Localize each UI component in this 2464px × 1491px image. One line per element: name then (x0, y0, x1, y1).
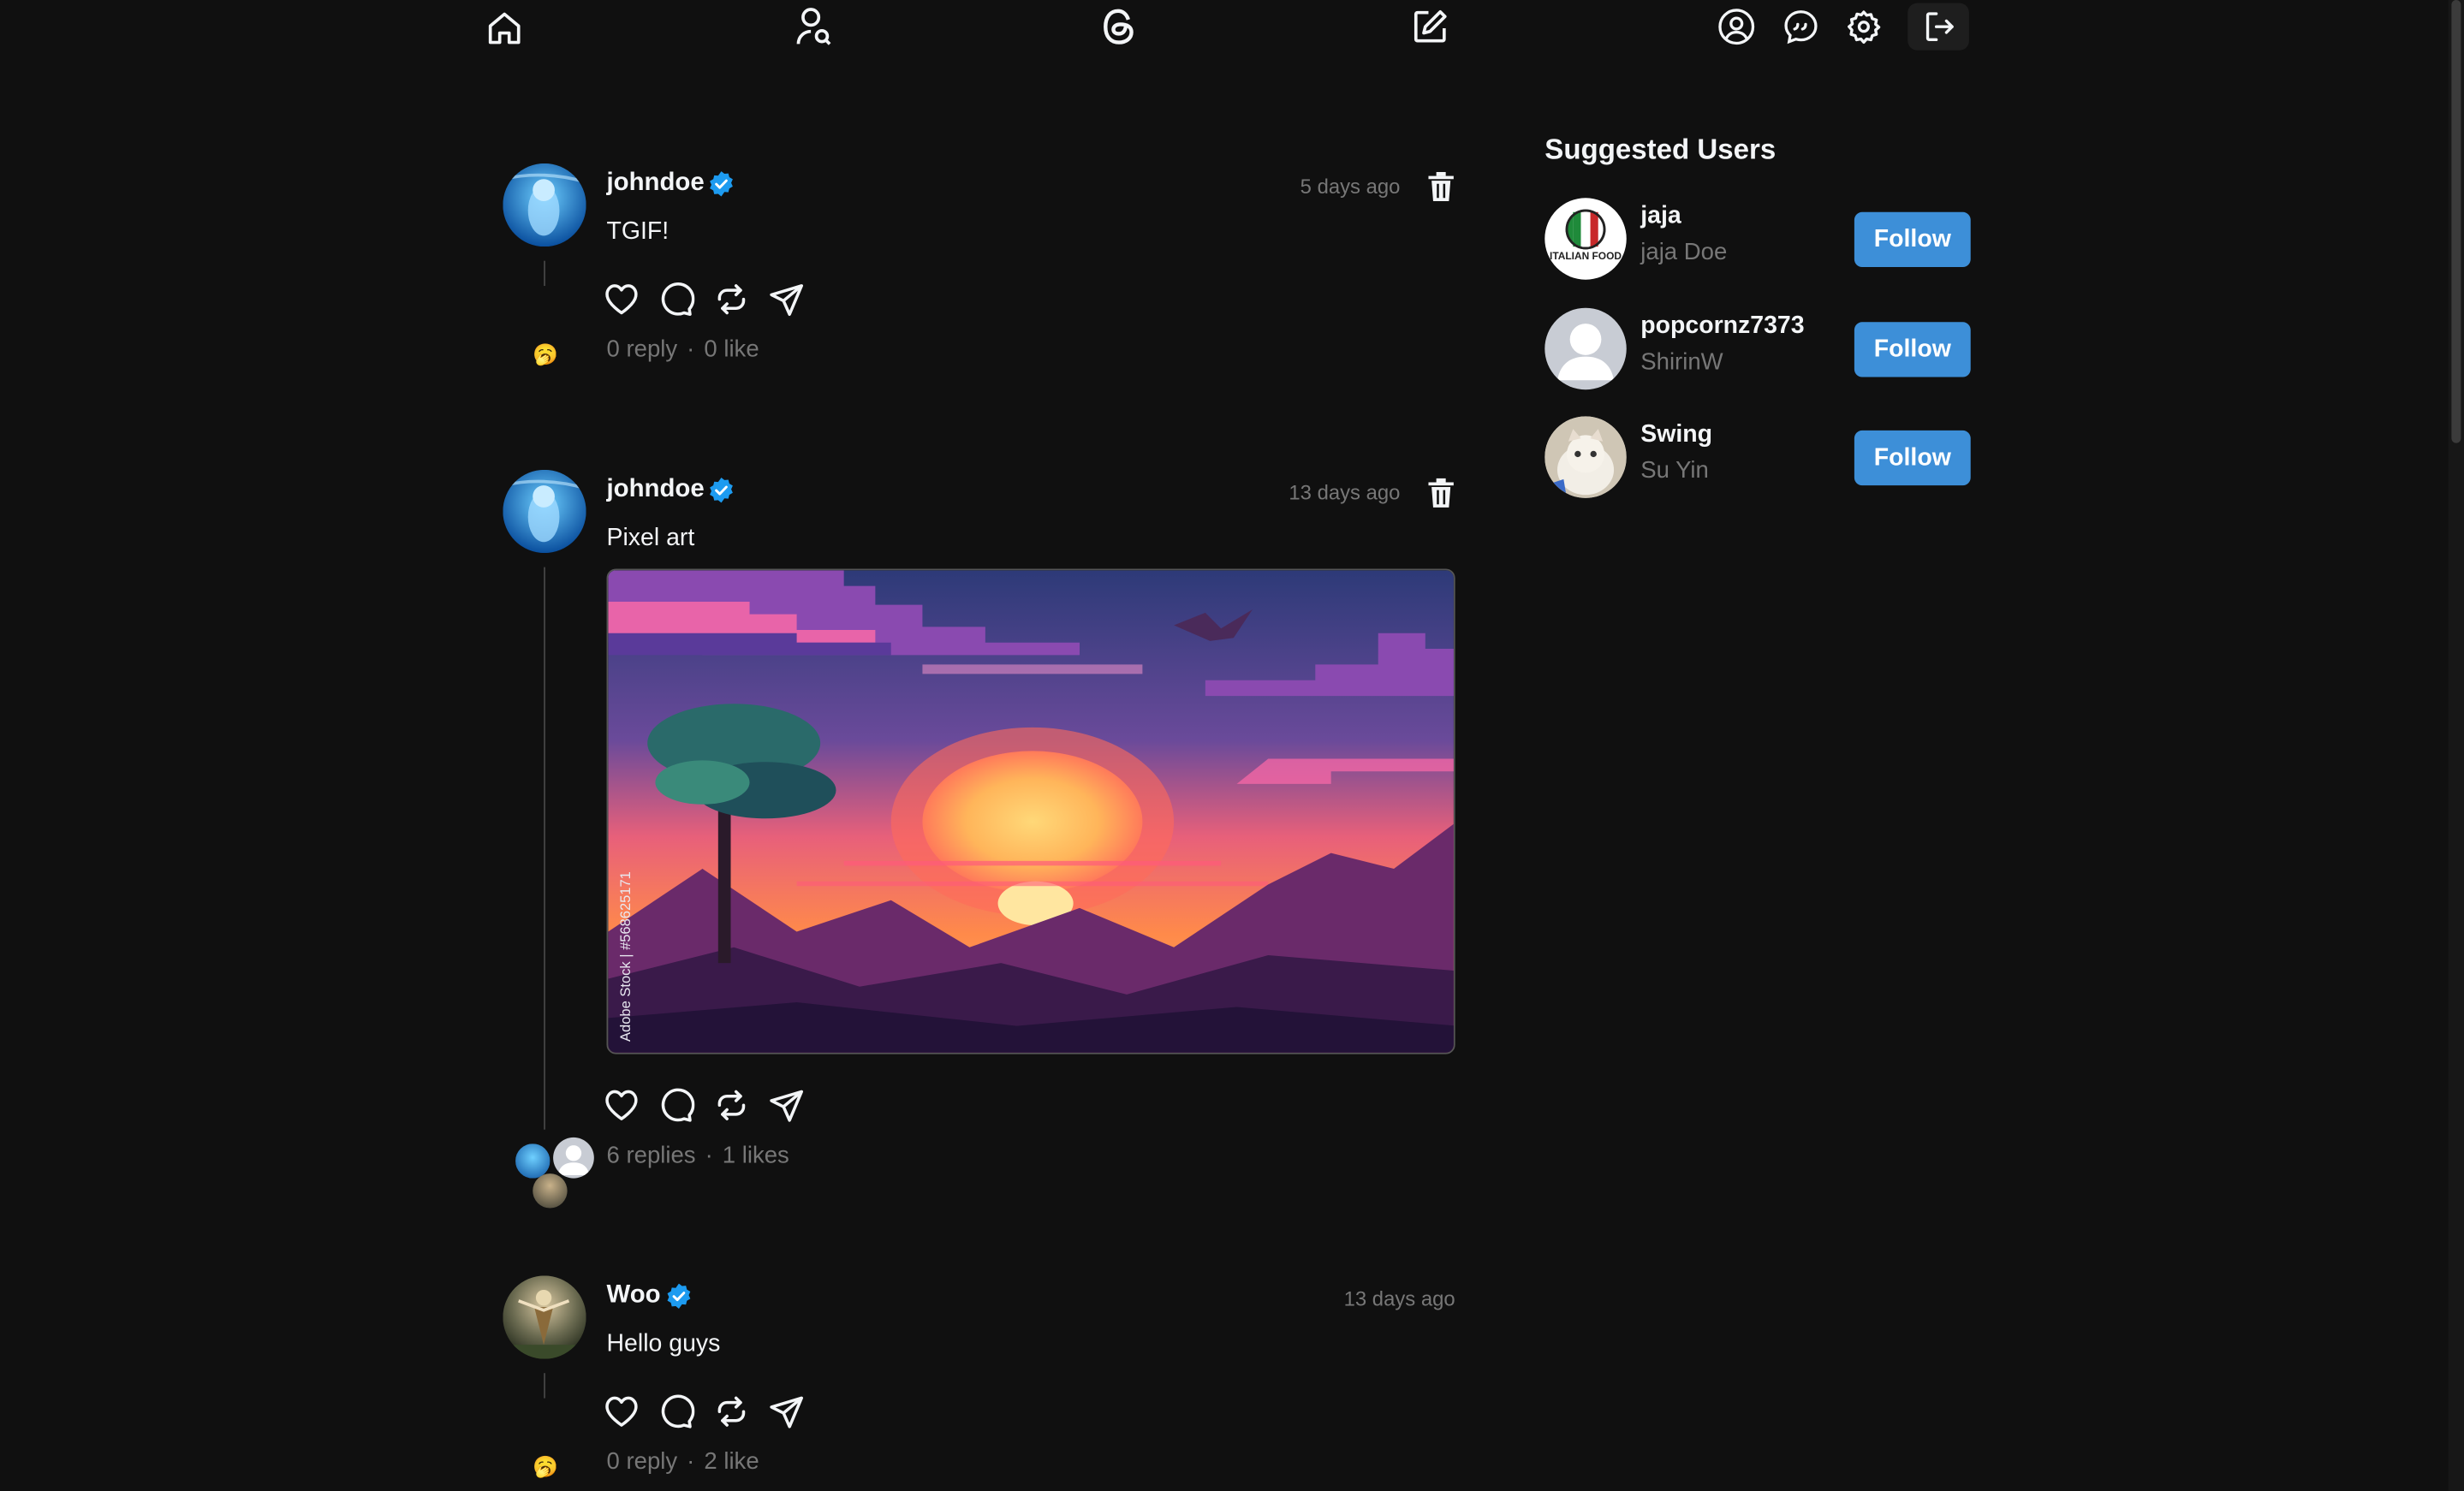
follow-button[interactable]: Follow (1854, 322, 1971, 377)
comment-icon[interactable] (658, 1393, 695, 1429)
follow-button[interactable]: Follow (1854, 430, 1971, 486)
italian-food-logo-icon (1565, 209, 1606, 250)
no-reply-emoji: 🥱 (533, 1454, 558, 1479)
thread-line (544, 260, 545, 287)
comment-icon[interactable] (658, 1087, 695, 1123)
cat-avatar-icon (1544, 416, 1627, 498)
verified-icon (710, 477, 733, 503)
share-icon[interactable] (769, 1393, 805, 1429)
post-actions (604, 1087, 805, 1123)
avatar-label: ITALIAN FOOD (1550, 251, 1622, 263)
post-stats: 0 reply · 2 like (607, 1448, 759, 1475)
default-user-icon (1556, 324, 1615, 381)
post-username[interactable]: Woo (607, 1282, 661, 1310)
comment-icon[interactable] (658, 282, 695, 318)
post-time: 13 days ago (1289, 480, 1401, 505)
like-count[interactable]: 2 like (704, 1448, 759, 1475)
suggested-display-name: Su Yin (1640, 457, 1709, 484)
repost-icon[interactable] (713, 1087, 749, 1123)
repost-icon[interactable] (713, 282, 749, 318)
follow-button[interactable]: Follow (1854, 211, 1971, 268)
verified-icon (710, 171, 733, 197)
post[interactable]: 🥱 johndoe 5 days ago TGIF! 0 reply · 0 lik… (503, 163, 1455, 376)
settings-icon[interactable] (1843, 6, 1884, 47)
like-icon[interactable] (604, 1393, 640, 1429)
suggested-user[interactable]: popcornz7373 ShirinW Follow (1544, 307, 1971, 393)
like-count[interactable]: 0 like (704, 336, 759, 363)
logout-icon[interactable] (1908, 3, 1969, 50)
post-username[interactable]: johndoe (607, 476, 705, 504)
post[interactable]: johndoe 13 days ago Pixel art Adobe Stoc… (503, 469, 1455, 1224)
scrollbar[interactable] (2448, 0, 2464, 1491)
post-text: TGIF! (606, 218, 670, 246)
suggested-user[interactable]: Swing Su Yin Follow (1544, 416, 1971, 501)
post-image[interactable]: Adobe Stock | #568625171 (606, 568, 1455, 1054)
post-stats: 0 reply · 0 like (607, 336, 759, 363)
avatar[interactable] (1544, 416, 1627, 498)
separator: · (705, 1142, 713, 1169)
thread-line (544, 1373, 545, 1399)
trash-icon[interactable] (1427, 478, 1455, 509)
avatar[interactable] (503, 163, 586, 247)
thread-line (544, 567, 545, 1130)
no-reply-emoji: 🥱 (533, 342, 558, 366)
threads-logo-icon[interactable] (1097, 5, 1140, 49)
post-actions (604, 282, 805, 318)
scrollbar-thumb[interactable] (2451, 0, 2461, 443)
post-time: 5 days ago (1300, 174, 1401, 199)
share-icon[interactable] (769, 282, 805, 318)
separator: · (687, 336, 695, 364)
like-icon[interactable] (604, 282, 640, 318)
post[interactable]: 🥱 Woo 13 days ago Hello guys 0 reply · 2 l… (503, 1275, 1455, 1488)
reply-count[interactable]: 0 reply (607, 1448, 678, 1475)
search-user-icon[interactable] (792, 5, 836, 49)
post-stats: 6 replies · 1 likes (607, 1142, 789, 1168)
avatar[interactable] (503, 469, 586, 554)
trash-icon[interactable] (1427, 171, 1455, 203)
share-icon[interactable] (769, 1087, 805, 1123)
avatar[interactable] (1544, 307, 1627, 390)
post-actions (604, 1393, 805, 1429)
compose-icon[interactable] (1408, 5, 1452, 49)
suggested-user[interactable]: ITALIAN FOOD jaja jaja Doe Follow (1544, 198, 1971, 282)
suggested-display-name: ShirinW (1640, 348, 1723, 376)
suggested-username[interactable]: Swing (1640, 421, 1712, 449)
home-icon[interactable] (482, 6, 526, 50)
post-username[interactable]: johndoe (607, 169, 705, 198)
image-caption: Adobe Stock | #568625171 (618, 871, 634, 1042)
suggested-display-name: jaja Doe (1640, 238, 1728, 266)
post-text: Hello guys (606, 1330, 721, 1357)
verified-icon (667, 1283, 691, 1309)
suggested-users-title: Suggested Users (1544, 134, 1777, 165)
reply-count[interactable]: 6 replies (607, 1142, 696, 1168)
replier-avatar (533, 1173, 568, 1209)
suggested-username[interactable]: jaja (1640, 203, 1681, 231)
like-count[interactable]: 1 likes (723, 1142, 789, 1168)
like-icon[interactable] (604, 1087, 640, 1123)
separator: · (687, 1448, 695, 1476)
post-time: 13 days ago (1343, 1286, 1455, 1310)
profile-icon[interactable] (1716, 6, 1757, 47)
suggested-username[interactable]: popcornz7373 (1640, 312, 1804, 341)
reply-count[interactable]: 0 reply (607, 336, 678, 363)
post-text: Pixel art (606, 525, 695, 552)
repost-icon[interactable] (713, 1393, 749, 1429)
avatar[interactable] (503, 1275, 586, 1359)
replier-avatar (553, 1137, 594, 1179)
chat-icon[interactable] (1781, 6, 1822, 47)
avatar[interactable]: ITALIAN FOOD (1544, 198, 1627, 280)
